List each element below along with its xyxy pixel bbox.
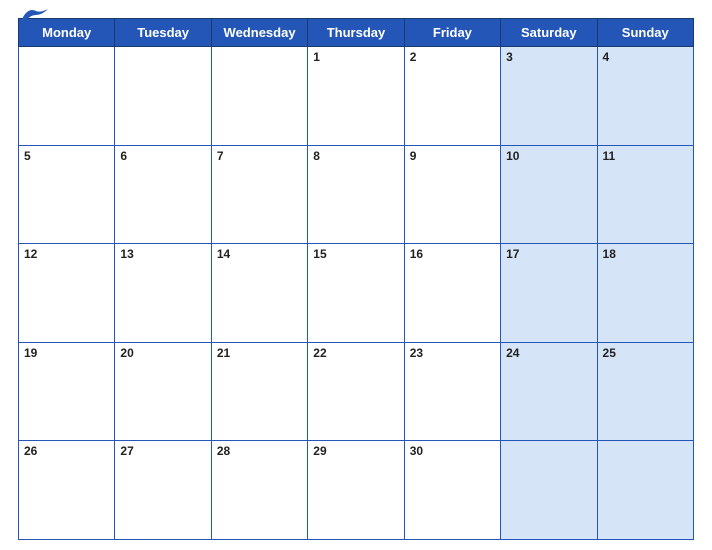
day-number: 24	[506, 346, 519, 360]
day-number: 30	[410, 444, 423, 458]
day-number: 25	[603, 346, 616, 360]
day-number: 29	[313, 444, 326, 458]
calendar-day-cell: 9	[404, 145, 500, 244]
calendar-day-cell: 1	[308, 47, 404, 146]
weekday-header-thursday: Thursday	[308, 19, 404, 47]
weekday-header-wednesday: Wednesday	[211, 19, 307, 47]
day-number: 8	[313, 149, 320, 163]
calendar-day-cell: 10	[501, 145, 597, 244]
calendar-table: MondayTuesdayWednesdayThursdayFridaySatu…	[18, 18, 694, 540]
day-number: 21	[217, 346, 230, 360]
calendar-day-cell: 21	[211, 342, 307, 441]
calendar-day-cell: 23	[404, 342, 500, 441]
calendar-week-row: 26 27 28 29 30	[19, 441, 694, 540]
day-number: 26	[24, 444, 37, 458]
calendar-week-row: 1 2 3 4	[19, 47, 694, 146]
calendar-day-cell: 2	[404, 47, 500, 146]
calendar-day-cell: 5	[19, 145, 115, 244]
day-number: 9	[410, 149, 417, 163]
weekday-header-tuesday: Tuesday	[115, 19, 211, 47]
weekday-header-friday: Friday	[404, 19, 500, 47]
calendar-day-cell	[501, 441, 597, 540]
logo-bird-icon	[20, 5, 48, 23]
day-number: 5	[24, 149, 31, 163]
day-number: 4	[603, 50, 610, 64]
calendar-day-cell: 22	[308, 342, 404, 441]
calendar-day-cell: 8	[308, 145, 404, 244]
calendar-day-cell: 30	[404, 441, 500, 540]
calendar-day-cell	[115, 47, 211, 146]
day-number: 15	[313, 247, 326, 261]
day-number: 23	[410, 346, 423, 360]
calendar-day-cell: 12	[19, 244, 115, 343]
day-number: 18	[603, 247, 616, 261]
calendar-day-cell: 18	[597, 244, 693, 343]
day-number: 19	[24, 346, 37, 360]
calendar-day-cell: 28	[211, 441, 307, 540]
day-number: 27	[120, 444, 133, 458]
day-number: 12	[24, 247, 37, 261]
calendar-week-row: 19 20 21 22 23 24 25	[19, 342, 694, 441]
calendar-day-cell: 4	[597, 47, 693, 146]
day-number: 20	[120, 346, 133, 360]
calendar-day-cell: 3	[501, 47, 597, 146]
day-number: 14	[217, 247, 230, 261]
calendar-day-cell: 26	[19, 441, 115, 540]
day-number: 11	[603, 149, 616, 163]
calendar-week-row: 12 13 14 15 16 17 18	[19, 244, 694, 343]
weekday-header-row: MondayTuesdayWednesdayThursdayFridaySatu…	[19, 19, 694, 47]
calendar-day-cell: 17	[501, 244, 597, 343]
calendar-day-cell: 6	[115, 145, 211, 244]
weekday-header-saturday: Saturday	[501, 19, 597, 47]
calendar-day-cell: 11	[597, 145, 693, 244]
calendar-day-cell: 14	[211, 244, 307, 343]
calendar-day-cell: 25	[597, 342, 693, 441]
day-number: 1	[313, 50, 320, 64]
day-number: 2	[410, 50, 417, 64]
calendar-day-cell: 15	[308, 244, 404, 343]
calendar-day-cell: 16	[404, 244, 500, 343]
day-number: 6	[120, 149, 127, 163]
weekday-header-sunday: Sunday	[597, 19, 693, 47]
calendar-week-row: 5 6 7 8 9 10 11	[19, 145, 694, 244]
day-number: 22	[313, 346, 326, 360]
calendar-day-cell	[19, 47, 115, 146]
day-number: 7	[217, 149, 224, 163]
calendar-day-cell: 24	[501, 342, 597, 441]
day-number: 17	[506, 247, 519, 261]
calendar-day-cell	[597, 441, 693, 540]
calendar-day-cell: 27	[115, 441, 211, 540]
calendar-day-cell: 29	[308, 441, 404, 540]
logo	[18, 5, 48, 23]
day-number: 10	[506, 149, 519, 163]
calendar-day-cell: 13	[115, 244, 211, 343]
day-number: 3	[506, 50, 513, 64]
day-number: 16	[410, 247, 423, 261]
day-number: 28	[217, 444, 230, 458]
calendar-day-cell: 7	[211, 145, 307, 244]
calendar-day-cell: 20	[115, 342, 211, 441]
calendar-day-cell	[211, 47, 307, 146]
calendar-day-cell: 19	[19, 342, 115, 441]
day-number: 13	[120, 247, 133, 261]
